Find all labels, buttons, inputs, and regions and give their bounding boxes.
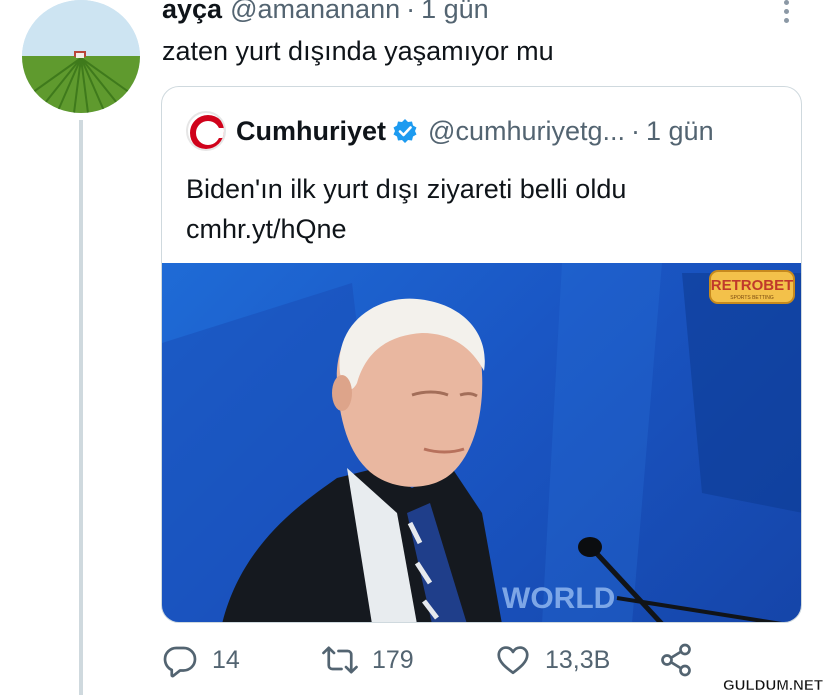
share-icon xyxy=(661,643,691,677)
display-name[interactable]: ayça xyxy=(162,0,222,25)
verified-badge-icon xyxy=(393,119,417,143)
reply-icon xyxy=(163,646,197,678)
watermark-text: RETROBET xyxy=(711,277,794,294)
quoted-header-separator: · xyxy=(631,115,641,146)
reply-count: 14 xyxy=(212,645,240,674)
reply-button[interactable]: 14 xyxy=(162,640,240,680)
like-count: 13,3B xyxy=(545,645,611,674)
header-separator: · xyxy=(406,0,416,24)
watermark-subtext: SPORTS BETTING xyxy=(730,295,774,301)
podium-text: WORLD xyxy=(502,582,615,615)
retrobet-watermark: RETROBET SPORTS BETTING xyxy=(709,269,795,305)
tweet-timestamp[interactable]: 1 gün xyxy=(421,0,489,25)
quoted-text-line: Biden'ın ilk yurt dışı ziyareti belli ol… xyxy=(186,174,627,204)
user-handle[interactable]: @amananann xyxy=(230,0,400,25)
heart-icon xyxy=(497,646,529,675)
thread-line xyxy=(79,120,83,695)
tweet-text: zaten yurt dışında yaşamıyor mu xyxy=(162,36,554,66)
cumhuriyet-logo-avatar[interactable] xyxy=(186,111,226,151)
quoted-tweet-image[interactable]: WORLD RETROBET SPORTS BETTING xyxy=(162,263,801,622)
tweet-header: ayça @amananann · 1 gün xyxy=(162,0,489,30)
retweet-button[interactable]: 179 xyxy=(322,640,414,680)
quoted-timestamp[interactable]: 1 gün xyxy=(646,116,714,147)
share-button[interactable] xyxy=(658,640,694,680)
like-button[interactable]: 13,3B xyxy=(495,640,610,680)
quoted-tweet-text: Biden'ın ilk yurt dışı ziyareti belli ol… xyxy=(186,169,626,249)
quoted-display-name[interactable]: Cumhuriyet xyxy=(236,116,386,147)
quoted-link[interactable]: cmhr.yt/hQne xyxy=(186,209,626,249)
avatar[interactable] xyxy=(22,0,140,113)
tweet-actions: 14 179 13,3B xyxy=(162,640,802,680)
quoted-tweet-card[interactable]: Cumhuriyet @cumhuriyetg... · 1 gün Biden… xyxy=(161,86,802,623)
site-watermark: GULDUM.NET xyxy=(720,672,827,695)
site-watermark-text: GULDUM.NET xyxy=(723,677,823,694)
retweet-icon xyxy=(322,646,358,674)
quoted-user-handle[interactable]: @cumhuriyetg... xyxy=(428,116,625,147)
more-icon[interactable] xyxy=(772,0,800,28)
quoted-tweet-header: Cumhuriyet @cumhuriyetg... · 1 gün xyxy=(186,111,714,151)
retweet-count: 179 xyxy=(372,645,414,674)
